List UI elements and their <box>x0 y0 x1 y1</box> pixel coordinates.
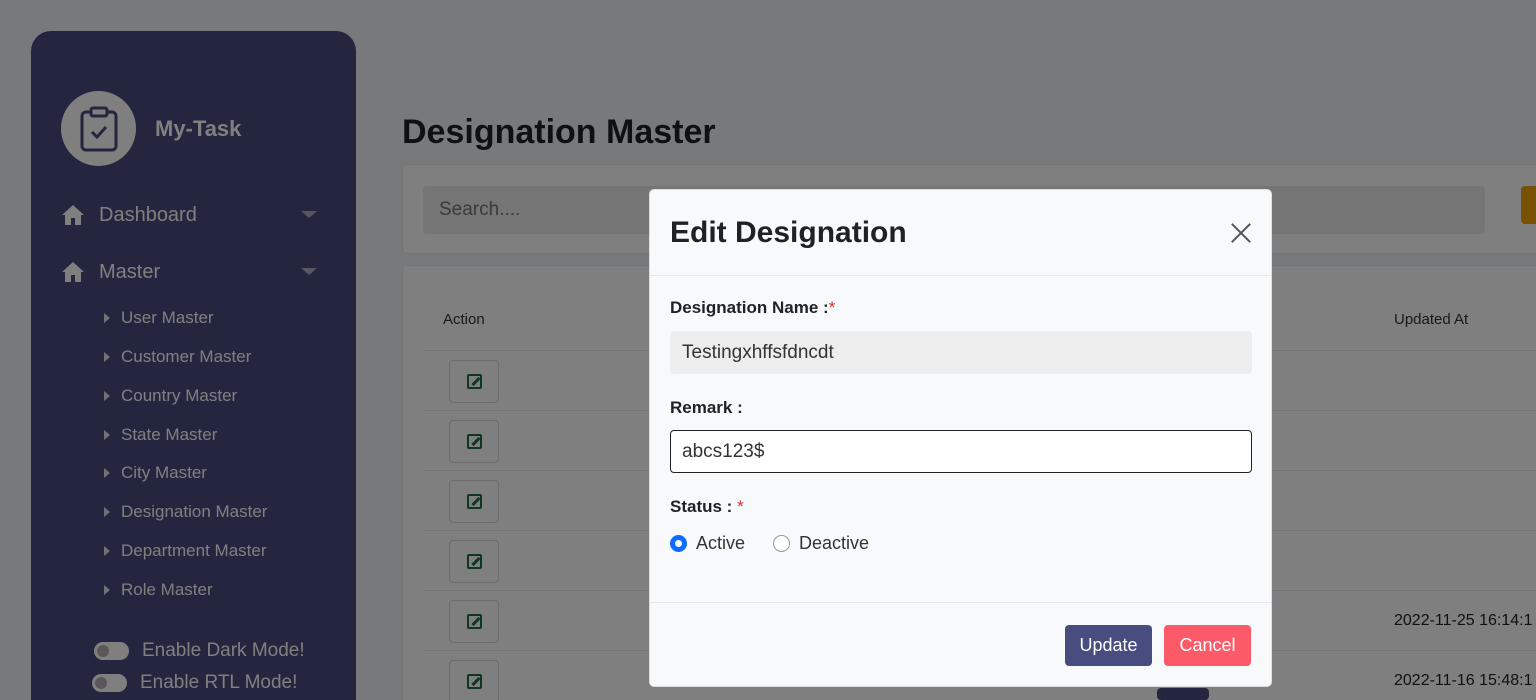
radio-active[interactable] <box>670 535 687 552</box>
status-label-text: Status : <box>670 497 733 516</box>
status-label: Status : * <box>670 497 744 517</box>
radio-deactive[interactable] <box>773 535 791 552</box>
required-mark: * <box>828 298 836 317</box>
modal-header: Edit Designation <box>650 190 1271 276</box>
radio-deactive-label[interactable]: Deactive <box>799 533 869 554</box>
update-button[interactable]: Update <box>1065 625 1152 666</box>
edit-designation-modal: Edit Designation Designation Name :* Rem… <box>649 189 1272 687</box>
remark-field[interactable] <box>670 430 1252 473</box>
close-icon[interactable] <box>1228 220 1254 246</box>
designation-name-label: Designation Name :* <box>670 298 835 318</box>
designation-name-label-text: Designation Name : <box>670 298 829 317</box>
modal-title: Edit Designation <box>670 216 907 249</box>
radio-active-label[interactable]: Active <box>696 533 745 554</box>
status-radio-group: Active Deactive <box>670 533 897 554</box>
modal-footer: Update Cancel <box>650 602 1271 687</box>
designation-name-field[interactable] <box>670 331 1252 374</box>
cancel-button[interactable]: Cancel <box>1164 625 1251 666</box>
remark-label: Remark : <box>670 398 743 417</box>
required-mark: * <box>737 497 744 516</box>
